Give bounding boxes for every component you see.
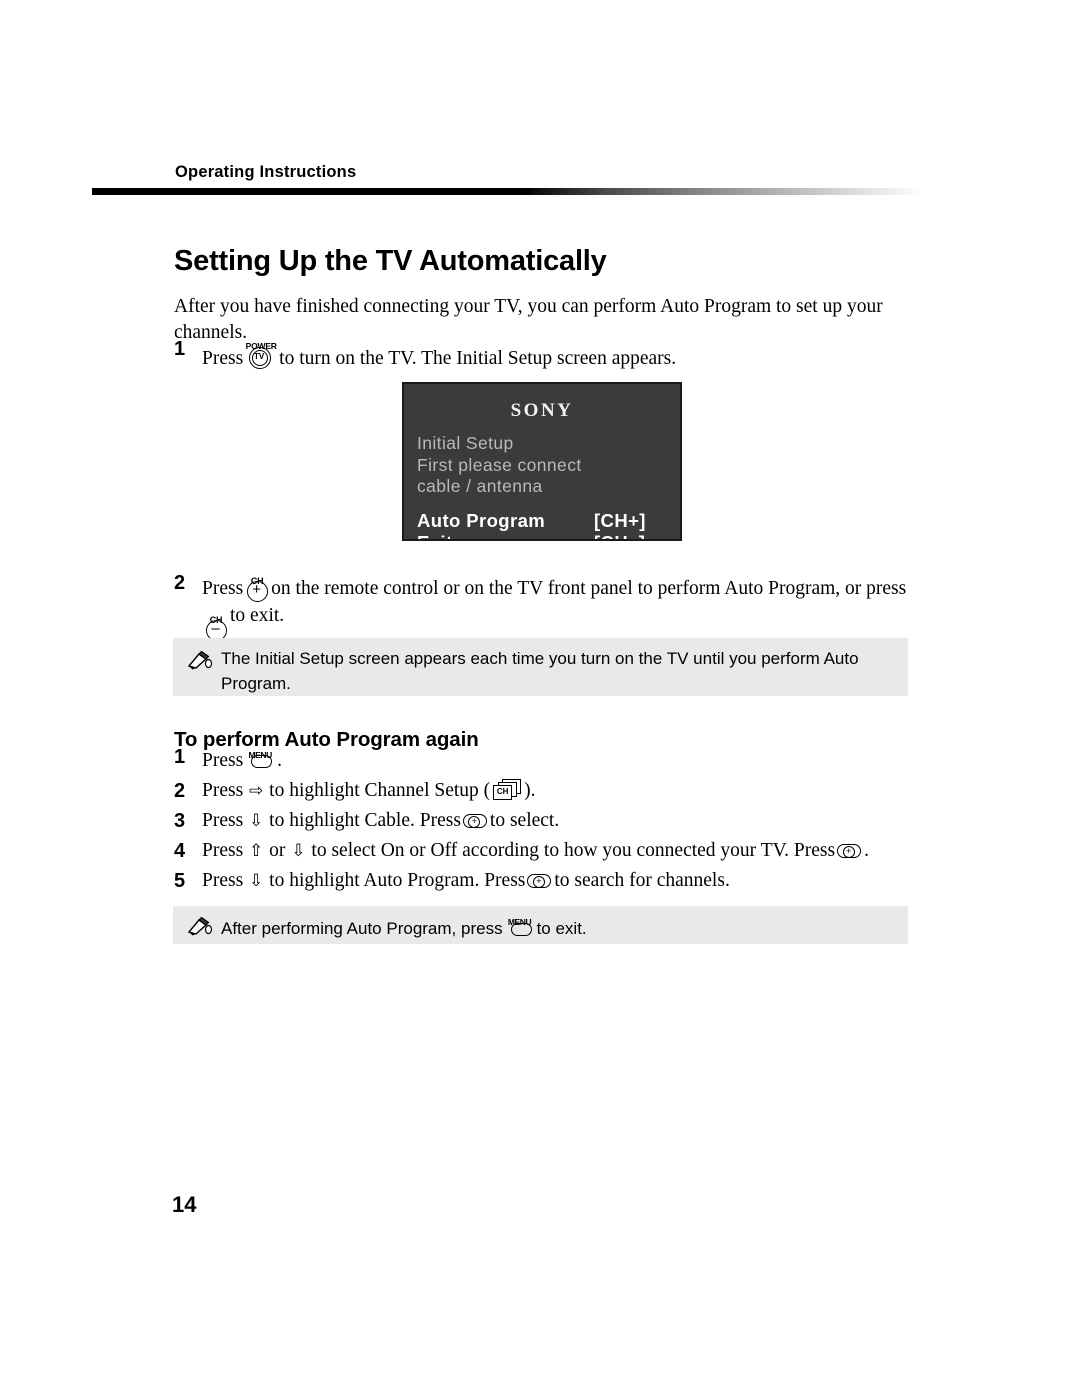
select-button-icon-2[interactable]: + [837, 844, 862, 858]
sub-step-5-number: 5 [174, 870, 186, 892]
sub-step-3: 3 Press ⇩ to highlight Cable. Press + to… [174, 808, 914, 834]
step-1-text-before: Press [202, 348, 244, 369]
menu-button-icon-2[interactable]: MENU [505, 912, 535, 940]
tv-initial-setup-screen: SONY Initial Setup First please connect … [402, 382, 682, 541]
sub-step-3-number: 3 [174, 810, 186, 832]
step-1-text: Press POWER TV to turn on the TV. The In… [202, 336, 676, 372]
step-1-text-after: to turn on the TV. The Initial Setup scr… [279, 348, 677, 369]
channel-setup-card-front: CH [493, 785, 513, 800]
arrow-down-icon: ⇩ [249, 811, 264, 831]
step-1: 1 Press POWER TV to turn on the TV. The … [174, 336, 914, 372]
arrow-down-icon-3: ⇩ [249, 871, 264, 891]
sony-logo: SONY [510, 400, 574, 421]
arrow-down-icon-2: ⇩ [291, 841, 306, 861]
sub-step-1: 1 Press MENU . [174, 744, 914, 774]
select-button-icon[interactable]: + [462, 814, 488, 828]
sub-step-3-text-before: Press [202, 810, 244, 831]
channel-setup-icon[interactable]: CH [492, 779, 522, 801]
select-button-plus: + [468, 815, 481, 828]
sub-step-1-text-after: . [277, 750, 283, 771]
channel-down-sign: – [211, 620, 220, 637]
sub-step-4-number: 4 [174, 840, 186, 862]
sub-step-1-text-before: Press [202, 750, 244, 771]
step-1-number: 1 [174, 338, 186, 360]
note-box-1-text: The Initial Setup screen appears each ti… [221, 649, 859, 693]
sub-step-2-text-middle: to highlight Channel Setup ( [269, 780, 491, 801]
sub-step-4-text: Press ⇧ or ⇩ to select On or Off accordi… [202, 838, 869, 864]
tv-option-auto-program-key: [CH+] [594, 509, 646, 531]
sub-step-2-number: 2 [174, 780, 186, 802]
select-button-plus-3: + [532, 875, 545, 888]
note-box-2-text-before: After performing Auto Program, press [221, 919, 503, 938]
tv-option-auto-program-label: Auto Program [417, 509, 546, 531]
tv-screen-message: Initial Setup First please connect cable… [417, 433, 680, 498]
note-pencil-icon-2 [187, 916, 213, 936]
sub-step-4-text-after: . [864, 840, 869, 861]
tv-option-exit-label: Exit [417, 532, 453, 540]
note-box-1: The Initial Setup screen appears each ti… [173, 638, 908, 696]
sub-step-3-text-after: to select. [489, 810, 560, 831]
page-number: 14 [172, 1192, 197, 1217]
tv-screen-options: Auto Program [CH+] Exit [CH–] [417, 510, 669, 540]
channel-up-sign: + [252, 581, 262, 598]
step-2-text-middle: on the remote control or on the TV front… [271, 578, 907, 599]
sub-step-4-text-before: Press [202, 840, 244, 861]
tv-screen-line-3: cable / antenna [417, 476, 543, 496]
note-pencil-icon [187, 650, 213, 670]
sub-step-3-text: Press ⇩ to highlight Cable. Press + to s… [202, 808, 559, 834]
step-2-text: Press CH + on the remote control or on t… [202, 570, 914, 641]
note-box-2-body: After performing Auto Program, press MEN… [221, 912, 587, 941]
step-2-number: 2 [174, 572, 186, 594]
tv-option-exit-key: [CH–] [594, 532, 669, 540]
sub-step-5-text-before: Press [202, 870, 244, 891]
power-button-label: TV [254, 352, 265, 361]
select-button-plus-2: + [842, 845, 855, 858]
sub-step-2-text-before: Press [202, 780, 244, 801]
arrow-up-icon: ⇧ [249, 841, 264, 861]
sub-step-2-text-after: ). [524, 780, 536, 801]
note-box-2-text-after: to exit. [536, 919, 587, 938]
menu-button-pill-2 [510, 923, 532, 936]
channel-up-button-icon[interactable]: CH + [245, 570, 269, 602]
sub-step-5-text-middle: to highlight Auto Program. Press [269, 870, 526, 891]
menu-button-icon[interactable]: MENU [245, 744, 275, 772]
sub-step-5-text-after: to search for channels. [554, 870, 730, 891]
header-rule [92, 188, 922, 195]
sub-step-1-number: 1 [174, 746, 186, 768]
tv-option-auto-program[interactable]: Auto Program [CH+] [417, 510, 669, 532]
sub-step-4-text-mid-a: or [269, 840, 286, 861]
sub-step-3-text-middle: to highlight Cable. Press [269, 810, 461, 831]
arrow-right-icon: ⇨ [249, 781, 264, 801]
channel-down-button-icon[interactable]: CH – [204, 609, 228, 641]
sub-step-2-text: Press ⇨ to highlight Channel Setup ( CH … [202, 778, 536, 804]
sub-step-1-text: Press MENU . [202, 744, 282, 774]
tv-option-exit[interactable]: Exit [CH–] [417, 532, 669, 540]
step-2-text-before: Press [202, 578, 244, 599]
note-box-2: After performing Auto Program, press MEN… [173, 906, 908, 944]
sub-step-2: 2 Press ⇨ to highlight Channel Setup ( C… [174, 778, 914, 804]
tv-screen-line-1: Initial Setup [417, 433, 514, 453]
running-head: Operating Instructions [175, 163, 357, 181]
power-tv-button-icon[interactable]: POWER TV [246, 336, 277, 370]
sub-step-4-text-middle: to select On or Off according to how you… [311, 840, 836, 861]
sub-step-5: 5 Press ⇩ to highlight Auto Program. Pre… [174, 868, 914, 894]
sub-step-4: 4 Press ⇧ or ⇩ to select On or Off accor… [174, 838, 914, 864]
subsection-steps: 1 Press MENU . 2 Press ⇨ to highlight Ch… [174, 744, 914, 898]
sub-step-5-text: Press ⇩ to highlight Auto Program. Press… [202, 868, 730, 894]
tv-screen-line-2: First please connect [417, 454, 582, 475]
step-2-text-after: to exit. [230, 605, 285, 626]
select-button-icon-3[interactable]: + [527, 874, 552, 888]
page-title: Setting Up the TV Automatically [174, 245, 607, 278]
step-2: 2 Press CH + on the remote control or on… [174, 570, 914, 641]
menu-button-pill [251, 755, 273, 768]
